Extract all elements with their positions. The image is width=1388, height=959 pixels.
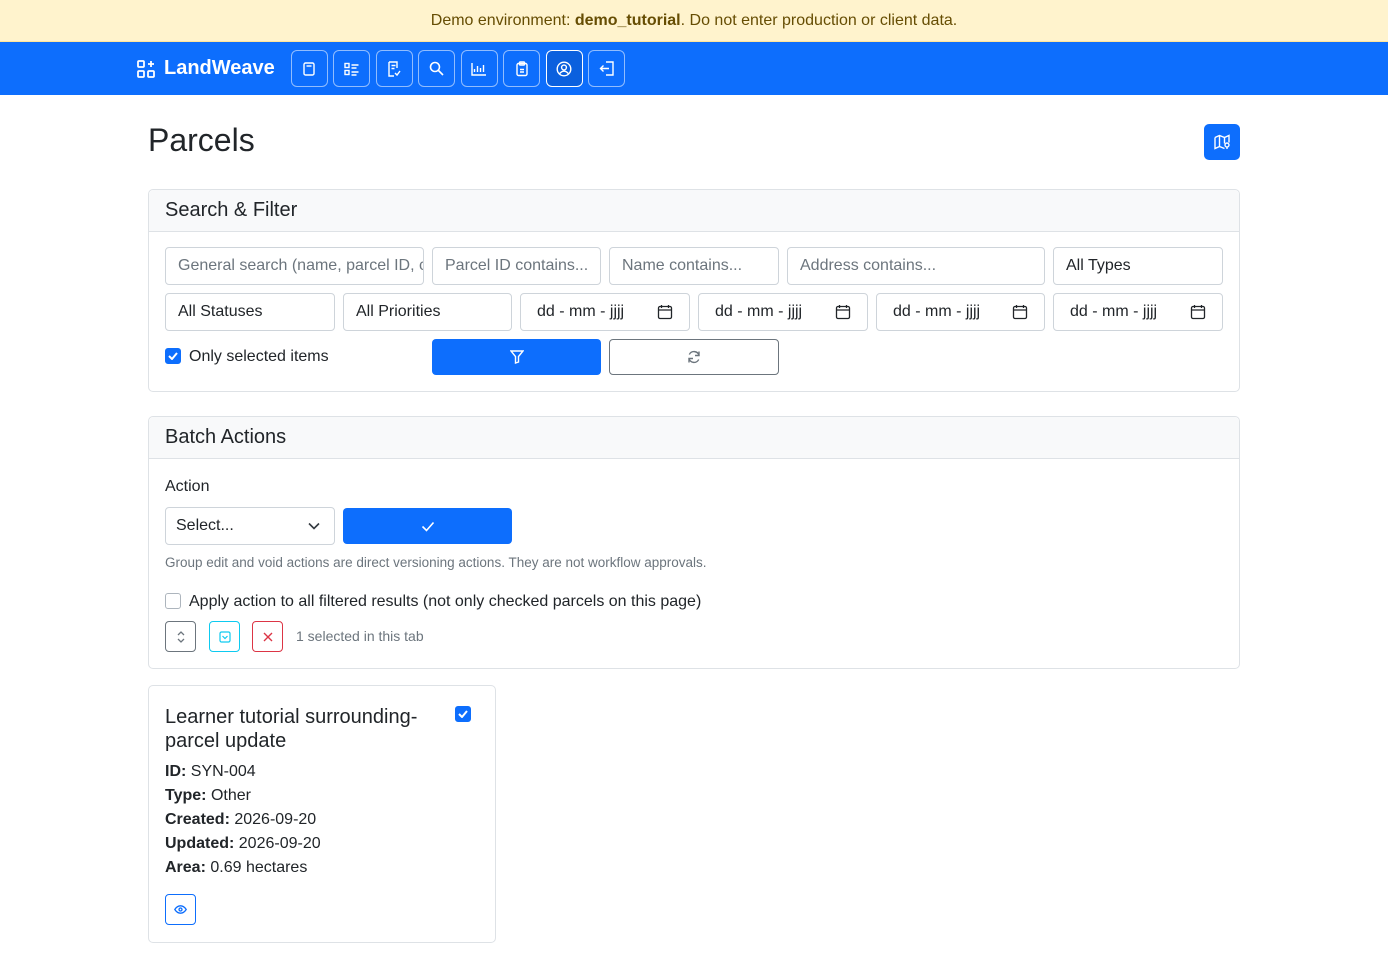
brand-link[interactable]: LandWeave (137, 57, 275, 80)
parcel-select-checkbox[interactable] (455, 706, 471, 722)
apply-all-filtered-checkbox[interactable] (165, 593, 181, 609)
date-to-created-input[interactable]: dd - mm - jjjj (698, 293, 868, 331)
calendar-icon[interactable] (835, 304, 851, 320)
parcel-title: Learner tutorial surrounding-parcel upda… (165, 706, 418, 752)
search-icon (429, 61, 444, 76)
parcel-type-label: Type: (165, 787, 207, 804)
batch-help-text: Group edit and void actions are direct v… (165, 555, 707, 570)
chevron-down-icon (308, 522, 320, 530)
filter-icon (509, 350, 524, 364)
chevron-expand-icon (177, 630, 184, 643)
nav-clipboard-button[interactable] (503, 50, 541, 87)
parcel-created-row: Created: 2026-09-20 (165, 811, 316, 829)
parcel-id-value: SYN-004 (190, 763, 256, 780)
parcel-id-input[interactable]: Parcel ID contains... (432, 247, 601, 285)
date-to-updated-input[interactable]: dd - mm - jjjj (1053, 293, 1223, 331)
date-from-created-input[interactable]: dd - mm - jjjj (520, 293, 690, 331)
clipboard-icon (516, 60, 528, 76)
date-placeholder: dd - mm - jjjj (715, 303, 803, 320)
parcel-area-row: Area: 0.69 hectares (165, 859, 307, 877)
parcel-card: Learner tutorial surrounding-parcel upda… (148, 685, 496, 943)
only-selected-label[interactable]: Only selected items (189, 348, 329, 366)
banner-env-name: demo_tutorial (574, 11, 681, 29)
parcel-created-value: 2026-09-20 (234, 811, 317, 828)
parcel-type-row: Type: Other (165, 787, 251, 805)
list-check-icon (344, 62, 359, 76)
book-icon (303, 61, 315, 76)
clear-selection-button[interactable] (252, 621, 283, 652)
close-icon (263, 632, 272, 641)
address-input[interactable]: Address contains... (787, 247, 1045, 285)
demo-environment-banner: Demo environment: demo_tutorial. Do not … (0, 0, 1388, 42)
apply-action-button[interactable] (343, 508, 512, 544)
parcel-area-label: Area: (165, 859, 206, 876)
map-icon (1213, 134, 1230, 150)
status-select[interactable]: All Statuses (165, 293, 335, 331)
date-placeholder: dd - mm - jjjj (893, 303, 981, 320)
brand-name: LandWeave (164, 57, 275, 79)
parcel-updated-label: Updated: (165, 835, 235, 852)
action-select-value: Select... (176, 517, 234, 534)
top-navbar: LandWeave (0, 42, 1388, 95)
nav-list-button[interactable] (333, 50, 371, 87)
grid-apps-icon (137, 59, 155, 78)
parcel-updated-row: Updated: 2026-09-20 (165, 835, 321, 853)
type-select[interactable]: All Types (1053, 247, 1223, 285)
check-icon (458, 710, 468, 718)
banner-suffix: . Do not enter production or client data… (680, 11, 958, 29)
logout-icon (599, 61, 614, 76)
user-circle-icon (556, 60, 572, 77)
nav-logout-button[interactable] (588, 50, 626, 87)
apply-all-filtered-label[interactable]: Apply action to all filtered results (no… (189, 593, 701, 611)
action-label: Action (165, 478, 210, 495)
only-selected-checkbox[interactable] (165, 348, 181, 364)
parcel-id-label: ID: (165, 763, 187, 780)
view-parcel-button[interactable] (165, 894, 196, 925)
nav-tasks-button[interactable] (375, 50, 413, 87)
calendar-icon[interactable] (657, 304, 673, 320)
banner-prefix: Demo environment: (430, 11, 575, 29)
page-title: Parcels (148, 122, 255, 158)
general-search-input[interactable]: General search (name, parcel ID, c (165, 247, 424, 285)
map-view-button[interactable] (1204, 124, 1240, 160)
batch-actions-header: Batch Actions (149, 417, 1239, 459)
parcel-type-value: Other (210, 787, 251, 804)
apply-filter-button[interactable] (432, 339, 601, 375)
action-select[interactable]: Select... (165, 507, 335, 545)
check-icon (168, 352, 178, 360)
selected-count-text: 1 selected in this tab (296, 628, 424, 644)
parcel-created-label: Created: (165, 811, 230, 828)
date-placeholder: dd - mm - jjjj (537, 303, 625, 320)
calendar-icon[interactable] (1012, 304, 1028, 320)
select-all-button[interactable] (209, 621, 240, 652)
refresh-icon (688, 350, 700, 364)
parcel-id-row: ID: SYN-004 (165, 763, 256, 781)
check-icon (421, 521, 434, 532)
check-box-icon (218, 630, 231, 643)
date-placeholder: dd - mm - jjjj (1070, 303, 1158, 320)
priority-select[interactable]: All Priorities (343, 293, 512, 331)
calendar-icon[interactable] (1190, 304, 1206, 320)
name-input[interactable]: Name contains... (609, 247, 779, 285)
parcel-area-value: 0.69 hectares (210, 859, 308, 876)
eye-icon (174, 905, 187, 914)
nav-book-button[interactable] (290, 50, 328, 87)
reset-filter-button[interactable] (609, 339, 779, 375)
date-from-updated-input[interactable]: dd - mm - jjjj (876, 293, 1045, 331)
search-filter-header: Search & Filter (149, 190, 1239, 232)
document-check-icon (388, 60, 401, 77)
chart-icon (471, 62, 487, 76)
nav-account-button[interactable] (545, 50, 583, 87)
parcel-updated-value: 2026-09-20 (238, 835, 321, 852)
nav-reports-button[interactable] (460, 50, 498, 87)
expand-collapse-button[interactable] (165, 621, 196, 652)
nav-search-button[interactable] (418, 50, 456, 87)
